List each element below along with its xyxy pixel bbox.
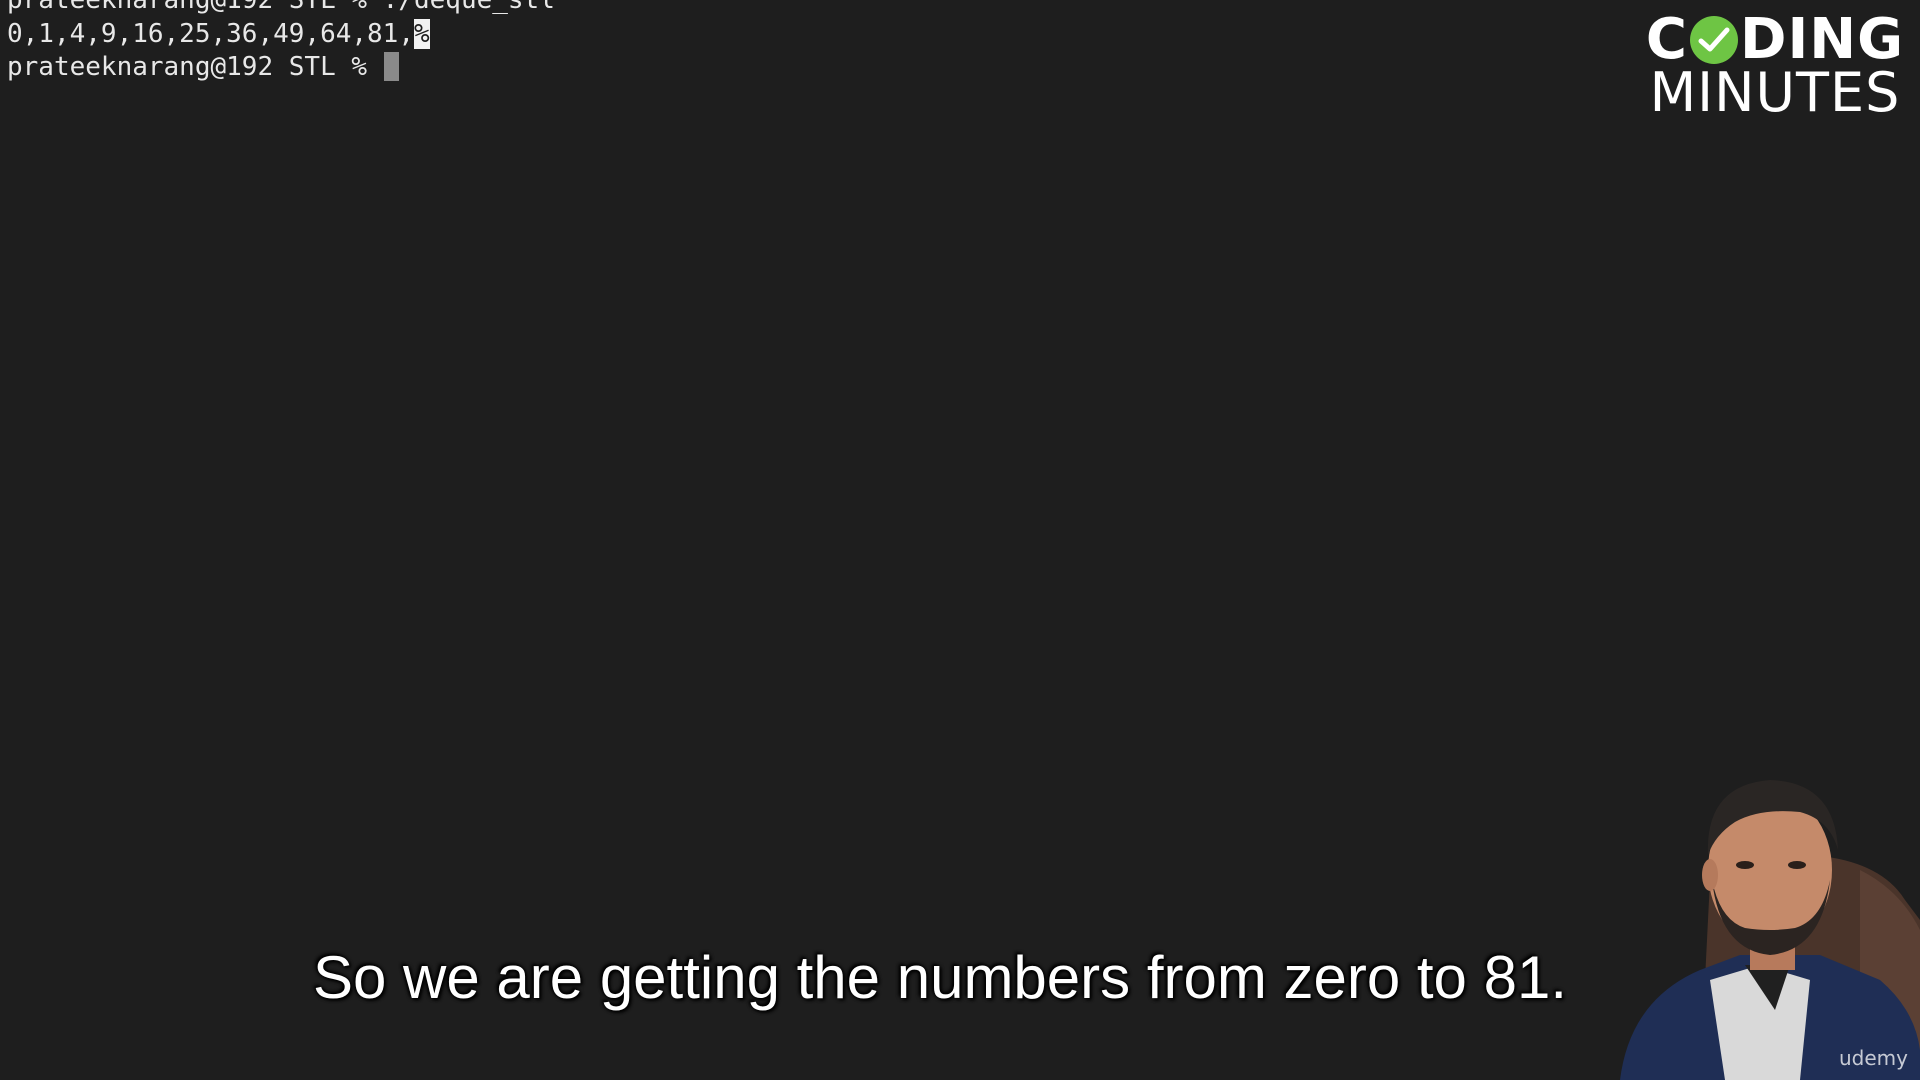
- logo-bottom-row: MINUTES: [1649, 61, 1901, 124]
- coding-minutes-logo: C DING MINUTES: [1640, 10, 1910, 120]
- terminal-command-line: prateeknarang@192 STL % ./deque_stl: [7, 0, 555, 15]
- video-frame: prateeknarang@192 STL % ./deque_stl 0,1,…: [0, 0, 1920, 1080]
- video-subtitle: So we are getting the numbers from zero …: [313, 944, 1567, 1011]
- check-circle-icon: [1689, 16, 1738, 64]
- terminal-cursor: [383, 52, 399, 81]
- udemy-watermark: udemy: [1839, 1046, 1908, 1070]
- instructor-webcam: udemy: [1560, 750, 1920, 1080]
- output-end-marker: %: [414, 19, 430, 49]
- terminal-output-line: 0,1,4,9,16,25,36,49,64,81,%: [7, 18, 430, 51]
- terminal-output-values: 0,1,4,9,16,25,36,49,64,81,: [7, 19, 414, 49]
- terminal-prompt: prateeknarang@192 STL %: [7, 52, 383, 82]
- terminal-prompt-line[interactable]: prateeknarang@192 STL %: [7, 51, 399, 84]
